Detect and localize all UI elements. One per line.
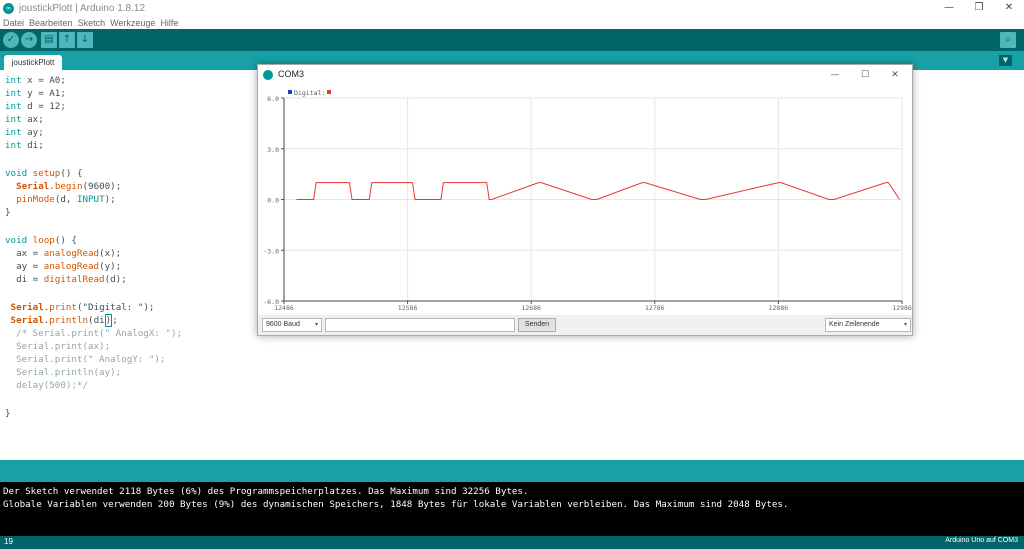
y-tick-label: 3.0 [267,146,279,154]
code-line: Serial.begin(9600); [16,181,122,192]
code-line: delay(500);*/ [5,380,88,391]
x-tick-label: 12786 [645,304,665,312]
code-line: } [5,207,11,218]
y-tick-label: -3.0 [263,247,279,255]
toolbar: ✓ → ▤ ↑ ↓ ⌕ [0,29,1024,51]
x-tick-label: 12686 [521,304,541,312]
send-input[interactable] [325,318,515,332]
console-output: Der Sketch verwendet 2118 Bytes (6%) des… [0,482,1024,536]
plotter-title: COM3 [278,69,305,79]
dropdown-caret-icon: ▾ [314,322,318,328]
plot-svg: 6.03.00.0-3.0-6.012486 12586 12686 12786 128… [263,89,912,312]
status-bar: 19 Arduino Uno auf COM3 [0,536,1024,549]
legend-swatch-blue [288,90,292,94]
plotter-minimize-button[interactable]: — [825,67,845,83]
minimize-button[interactable]: — [934,0,964,16]
legend-swatch-red [327,90,331,94]
x-tick-label: 12586 [398,304,418,312]
open-sketch-button[interactable]: ↑ [59,32,75,48]
line-ending-select[interactable]: Kein Zeilenende ▾ [825,318,911,332]
code-line: ay = analogRead(y); [5,261,122,272]
code-line: void loop() { [5,235,77,246]
baud-rate-select[interactable]: 9600 Baud ▾ [262,318,322,332]
menu-datei[interactable]: Datei [3,18,24,28]
x-tick-label: 12986 [892,304,912,312]
code-line: ax = analogRead(x); [5,248,122,259]
code-line: int d = 12; [5,101,66,112]
close-button[interactable]: ✕ [994,0,1024,16]
legend-label: Digital: [294,89,325,97]
code-line: int x = A0; [5,75,66,86]
arduino-logo-icon [263,70,273,80]
verify-button[interactable]: ✓ [3,32,19,48]
menu-bar: Datei Bearbeiten Sketch Werkzeuge Hilfe [0,16,1024,29]
window-title: joustickPlott | Arduino 1.8.12 [19,2,146,14]
x-tick-label: 12486 [274,304,294,312]
menu-werkzeuge[interactable]: Werkzeuge [110,18,155,28]
line-number: 19 [4,537,13,546]
tab-sketch[interactable]: joustickPlott [4,55,62,70]
board-port-status: Arduino Uno auf COM3 [945,537,1018,544]
save-sketch-button[interactable]: ↓ [77,32,93,48]
upload-button[interactable]: → [21,32,37,48]
plotter-maximize-button[interactable]: ☐ [855,67,875,83]
maximize-button[interactable]: ❐ [964,0,994,16]
menu-hilfe[interactable]: Hilfe [160,18,178,28]
x-tick-label: 12886 [769,304,789,312]
console-divider[interactable] [0,460,1024,482]
serial-monitor-button[interactable]: ⌕ [1000,32,1016,48]
code-line: Serial.print(" AnalogY: "); [5,354,166,365]
code-line: } [5,408,11,419]
plotter-title-bar: COM3 — ☐ ✕ [258,65,912,85]
window-controls: — ❐ ✕ [934,0,1024,16]
code-line: Serial.println(di); [10,314,118,327]
console-line: Globale Variablen verwenden 200 Bytes (9… [3,499,789,510]
menu-bearbeiten[interactable]: Bearbeiten [29,18,73,28]
code-line: int ay; [5,127,44,138]
code-line: di = digitalRead(d); [5,274,127,285]
window-title-bar: ∞ joustickPlott | Arduino 1.8.12 — ❐ ✕ [0,0,1024,16]
y-tick-label: 6.0 [267,95,279,103]
code-line: Serial.println(ay); [5,367,122,378]
tab-menu-icon[interactable]: ▼ [999,55,1012,66]
new-sketch-button[interactable]: ▤ [41,32,57,48]
code-line: Serial.print("Digital: "); [10,302,155,313]
plotter-controls: 9600 Baud ▾ Senden Kein Zeilenende ▾ [258,315,912,335]
series-line-digital [296,182,900,200]
y-tick-label: 0.0 [267,197,279,205]
plot-area: 6.0 3.0 0.0 -3.0 -6.0 12486 12586 12686 12786 128… [258,85,912,315]
code-line: Serial.print(ax); [5,341,111,352]
code-line: void setup() { [5,168,83,179]
console-line: Der Sketch verwendet 2118 Bytes (6%) des… [3,486,529,497]
dropdown-caret-icon: ▾ [903,322,907,328]
plotter-close-button[interactable]: ✕ [885,67,905,83]
code-line: int di; [5,140,44,151]
send-button[interactable]: Senden [518,318,556,332]
arduino-logo-icon: ∞ [3,2,14,14]
code-line: int ax; [5,114,44,125]
code-line: pinMode(d, INPUT); [16,194,116,205]
serial-plotter-window: COM3 — ☐ ✕ 6.0 3.0 0.0 -3.0 -6.0 12486 12586 12… [257,64,913,336]
code-line: /* Serial.print(" AnalogX: "); [5,328,183,339]
code-line: int y = A1; [5,88,66,99]
menu-sketch[interactable]: Sketch [78,18,106,28]
